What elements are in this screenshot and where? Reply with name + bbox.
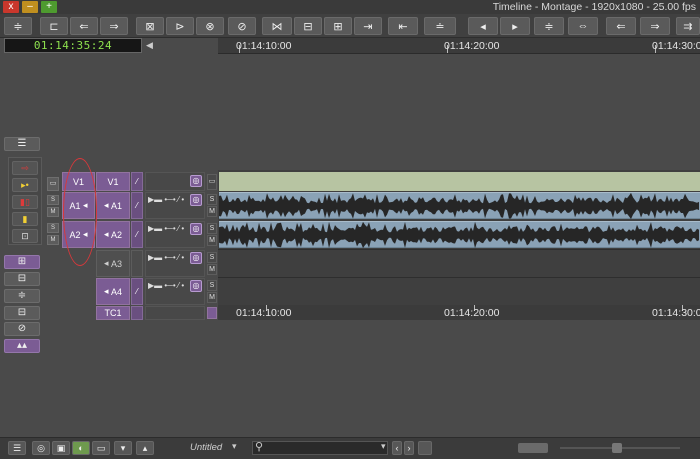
timecode-menu-arrow-icon[interactable]: ◀ <box>146 39 154 52</box>
audio-monitor-icon[interactable]: ◎ <box>190 280 202 292</box>
scrollbar-thumb[interactable] <box>418 441 432 455</box>
zoom-window-button[interactable]: + <box>41 1 57 13</box>
record-monitor-button[interactable]: ⊟ <box>4 272 40 286</box>
timeline-menu-icon[interactable]: ☰ <box>8 441 26 455</box>
video-quality-button[interactable]: ⊞ <box>4 255 40 269</box>
ruler-label: 01:14:30:00 <box>652 40 700 52</box>
video-clip-v1[interactable] <box>219 172 700 191</box>
step-back-button[interactable]: ◂ <box>468 17 498 35</box>
search-icon: ⚲ <box>255 441 264 453</box>
segment-mode-button[interactable]: ⋈ <box>262 17 292 35</box>
mute-button[interactable]: M <box>207 264 217 275</box>
window-title: Timeline - Montage - 1920x1080 - 25.00 f… <box>492 1 696 13</box>
track-toggle[interactable]: ▭ <box>207 174 217 190</box>
sync-lock-icon[interactable]: ⁄ <box>131 221 143 248</box>
overwrite-button[interactable]: ⇒ <box>100 17 128 35</box>
mute-button[interactable]: M <box>207 235 217 246</box>
clear-marks-button[interactable]: ⊘ <box>228 17 256 35</box>
solo-button[interactable]: S <box>207 223 217 234</box>
mute-a1[interactable]: M <box>47 207 59 217</box>
toolbar-button[interactable]: ⇉ <box>676 17 700 35</box>
timeline-settings-button[interactable]: ≑ <box>4 17 32 35</box>
close-window-button[interactable]: x <box>3 1 19 13</box>
sync-lock-icon[interactable]: ⁄ <box>131 278 143 305</box>
trim-icon[interactable]: ⊡ <box>12 229 38 243</box>
timeline-search-input[interactable] <box>252 441 388 455</box>
audio-waveform <box>219 192 699 248</box>
toolbar-button[interactable]: ⇐ <box>606 17 636 35</box>
splice-button[interactable]: ⊳ <box>166 17 194 35</box>
source-monitor-button[interactable]: ⊏ <box>40 17 68 35</box>
solo-a2[interactable]: S <box>47 223 59 233</box>
record-track-a3[interactable]: ◂ A3 <box>96 250 130 277</box>
yellow-lift-icon[interactable]: ▮ <box>12 212 38 226</box>
search-menu-arrow-icon[interactable]: ▾ <box>381 441 386 452</box>
sync-lock-icon[interactable] <box>131 250 143 277</box>
sync-lock-icon[interactable] <box>131 306 143 320</box>
solo-button[interactable]: S <box>207 194 217 205</box>
step-forward-button[interactable]: ▸ <box>500 17 530 35</box>
red-segment-icon[interactable]: ▮▯ <box>12 195 38 209</box>
annotation-ellipse <box>63 158 97 266</box>
ruler-label: 01:14:20:00 <box>444 307 500 319</box>
audio-monitor-icon[interactable]: ◎ <box>190 252 202 264</box>
ruler-label: 01:14:20:00 <box>444 40 500 52</box>
mark-in-button[interactable]: ⇥ <box>354 17 382 35</box>
audio-mixer-button[interactable]: ≑ <box>4 289 40 303</box>
ruler-label: 01:14:30:00 <box>652 307 700 319</box>
sync-lock-icon[interactable]: ⁄ <box>131 192 143 219</box>
monitor-icon[interactable]: ▭ <box>92 441 110 455</box>
extract-button[interactable]: ⊠ <box>136 17 164 35</box>
sequence-name[interactable]: Untitled <box>190 441 230 455</box>
record-track-a4[interactable]: ◂ A4 <box>96 278 130 305</box>
solo-button[interactable]: S <box>207 280 217 291</box>
record-track-v1[interactable]: V1 <box>96 172 130 191</box>
add-edit-button[interactable]: ⊞ <box>324 17 352 35</box>
record-track-a2[interactable]: ◂ A2 <box>96 221 130 248</box>
minimize-window-button[interactable]: – <box>22 1 38 13</box>
track-toggle[interactable] <box>207 307 217 319</box>
timeline-menu-button[interactable]: ☰ <box>4 137 40 151</box>
solo-a1[interactable]: S <box>47 195 59 205</box>
sync-lock-icon[interactable]: ⁄ <box>131 172 143 191</box>
scroll-left-button[interactable]: ‹ <box>392 441 402 455</box>
audio-monitor-icon[interactable]: ◎ <box>190 194 202 206</box>
mute-button[interactable]: M <box>207 206 217 217</box>
audio-monitor-icon[interactable]: ◎ <box>190 223 202 235</box>
top-button[interactable]: ≐ <box>424 17 456 35</box>
trim-mode-button[interactable]: ⊟ <box>294 17 322 35</box>
go-end-button[interactable]: ≑ <box>534 17 564 35</box>
mute-a2[interactable]: M <box>47 235 59 245</box>
collapse-tracks-button[interactable]: ▴▴ <box>4 339 40 353</box>
red-arrow-icon[interactable]: ⇨ <box>12 161 38 175</box>
clip-frames-icon[interactable]: ▣ <box>52 441 70 455</box>
clip-color-button[interactable]: ⊟ <box>4 306 40 320</box>
scroll-right-button[interactable]: › <box>404 441 414 455</box>
lift-button[interactable]: ⇐ <box>70 17 98 35</box>
up-icon[interactable]: ▴ <box>136 441 154 455</box>
timecode-display[interactable]: 01:14:35:24 <box>4 38 142 53</box>
zoom-slider-handle[interactable] <box>518 443 548 453</box>
mute-button[interactable]: M <box>207 292 217 303</box>
source-toggle-v1[interactable]: ▭ <box>47 177 59 191</box>
scroll-position-handle[interactable] <box>612 443 622 453</box>
yellow-segment-icon[interactable]: ▸• <box>12 178 38 192</box>
record-track-a1[interactable]: ◂ A1 <box>96 192 130 219</box>
video-monitor-icon[interactable]: ◎ <box>190 175 202 187</box>
mark-out-button[interactable]: ⇤ <box>388 17 418 35</box>
effect-mode-button[interactable]: ⊘ <box>4 322 40 336</box>
color-correction-icon[interactable]: ◐ <box>72 441 90 455</box>
mark-clip-button[interactable]: ⊗ <box>196 17 224 35</box>
toolbar-button[interactable]: ⇔ <box>568 17 598 35</box>
shield-icon[interactable]: ▾ <box>114 441 132 455</box>
track-control-panel <box>145 306 205 320</box>
ruler-label: 01:14:10:00 <box>236 307 292 319</box>
sequence-menu-arrow-icon[interactable]: ▾ <box>232 441 237 452</box>
ruler-label: 01:14:10:00 <box>236 40 292 52</box>
solo-button[interactable]: S <box>207 252 217 263</box>
record-track-tc1[interactable]: TC1 <box>96 306 130 320</box>
toolbar-button[interactable]: ⇒ <box>640 17 670 35</box>
settings-icon[interactable]: ◎ <box>32 441 50 455</box>
